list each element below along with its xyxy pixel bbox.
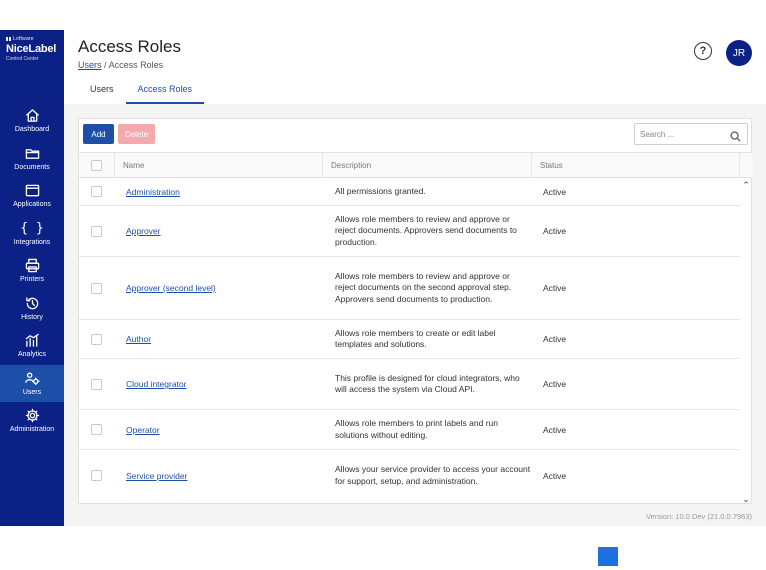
role-description: Allows role members to create or edit la… (335, 327, 496, 350)
sidebar-item-label: Printers (19, 276, 45, 284)
row-checkbox[interactable] (91, 470, 102, 481)
role-status: Active (543, 226, 567, 236)
gear-icon (25, 409, 39, 423)
role-name-link[interactable]: Approver (second level) (126, 283, 216, 293)
breadcrumb-current: Access Roles (108, 60, 164, 70)
role-name-link[interactable]: Cloud integrator (126, 379, 186, 389)
roles-panel: Add Delete Name Description Status Admin… (78, 118, 753, 505)
page-title: Access Roles (78, 37, 181, 56)
role-description: Allows your service provider to access y… (335, 464, 531, 486)
window-icon (25, 184, 39, 197)
sidebar-item-users[interactable]: Users (0, 364, 64, 402)
brand-product: NiceLabel (6, 43, 57, 55)
table-row[interactable]: Cloud integrator This profile is designe… (79, 359, 740, 410)
row-checkbox[interactable] (91, 378, 102, 390)
brand-subtitle: Control Center (6, 56, 39, 62)
sidebar-item-label: Integrations (13, 238, 51, 246)
column-header-name[interactable]: Name (115, 153, 323, 178)
help-icon[interactable]: ? (694, 42, 712, 60)
chart-icon (25, 334, 39, 348)
loftware-logo-icon (6, 37, 11, 41)
role-status: Active (543, 424, 567, 435)
role-status: Active (543, 283, 567, 293)
header-checkbox-cell (79, 153, 115, 178)
table-row[interactable]: Approver (second level) Allows role memb… (79, 257, 740, 320)
role-name-link[interactable]: Approver (126, 226, 161, 236)
breadcrumb-users-link[interactable]: Users (78, 60, 102, 70)
avatar[interactable]: JR (726, 40, 752, 66)
printer-icon (25, 259, 39, 273)
role-name-link[interactable]: Service provider (126, 471, 187, 481)
table-scrollbar[interactable]: ⌃ ⌄ (740, 178, 752, 505)
role-status: Active (543, 334, 567, 344)
users-gear-icon (24, 372, 40, 385)
delete-button: Delete (118, 124, 155, 144)
table-row[interactable]: Approver Allows role members to review a… (79, 206, 740, 257)
column-header-status[interactable]: Status (532, 153, 740, 178)
role-description: Allows role members to review and approv… (335, 270, 512, 304)
toolbar: Add Delete (79, 119, 753, 152)
role-status: Active (543, 470, 567, 481)
sidebar-item-integrations[interactable]: { } Integrations (0, 215, 64, 253)
version-text: Version: 10.0 Dev (21.0.0.7963) (646, 512, 752, 521)
sidebar-item-documents[interactable]: Documents (0, 140, 64, 178)
chevron-down-icon[interactable]: ⌄ (741, 494, 751, 504)
sidebar-item-dashboard[interactable]: Dashboard (0, 102, 64, 140)
folder-icon (25, 148, 39, 159)
role-name-link[interactable]: Administration (126, 187, 180, 197)
tab-access-roles[interactable]: Access Roles (125, 78, 205, 104)
brand-logo: Loftware NiceLabel Control Center (0, 30, 64, 102)
sidebar-item-analytics[interactable]: Analytics (0, 327, 64, 365)
sidebar-item-label: Users (22, 388, 42, 396)
row-checkbox[interactable] (91, 225, 102, 237)
role-name-link[interactable]: Operator (126, 425, 160, 435)
history-icon (25, 296, 38, 310)
search-icon[interactable] (730, 129, 741, 142)
role-description: This profile is designed for cloud integ… (335, 372, 520, 395)
sidebar-item-printers[interactable]: Printers (0, 252, 64, 290)
add-button[interactable]: Add (83, 124, 114, 144)
sidebar-item-label: Analytics (17, 351, 46, 359)
sidebar-item-administration[interactable]: Administration (0, 402, 64, 440)
search-box[interactable] (634, 123, 748, 145)
role-description: Allows role members to review and approv… (335, 213, 517, 247)
select-all-checkbox[interactable] (91, 160, 102, 171)
sidebar-item-label: Administration (9, 426, 55, 434)
breadcrumb: Users / Access Roles (78, 60, 163, 70)
table-row[interactable]: Operator Allows role members to print la… (79, 410, 740, 450)
column-header-description[interactable]: Description (323, 153, 532, 178)
sidebar-item-label: History (21, 313, 43, 321)
sidebar: Loftware NiceLabel Control Center Dashbo… (0, 30, 64, 526)
floating-square (598, 547, 618, 566)
sidebar-item-label: Applications (13, 201, 51, 209)
sidebar-item-label: Documents (14, 163, 50, 171)
search-input[interactable] (640, 127, 726, 141)
brand-company: Loftware (13, 36, 34, 42)
tabs: Users Access Roles (78, 78, 205, 104)
chevron-up-icon[interactable]: ⌃ (741, 180, 751, 190)
breadcrumb-separator: / (104, 60, 107, 70)
role-name-link[interactable]: Author (126, 334, 151, 344)
row-checkbox[interactable] (91, 282, 102, 294)
sidebar-item-history[interactable]: History (0, 290, 64, 328)
role-status: Active (543, 186, 567, 197)
row-checkbox[interactable] (91, 424, 102, 435)
home-icon (25, 109, 39, 123)
role-description: All permissions granted. (335, 185, 426, 196)
row-checkbox[interactable] (91, 333, 102, 345)
table-row[interactable]: Author Allows role members to create or … (79, 320, 740, 359)
row-checkbox[interactable] (91, 186, 102, 197)
table-header: Name Description Status (79, 152, 753, 178)
braces-icon: { } (20, 220, 44, 236)
role-description: Allows role members to print labels and … (335, 418, 498, 440)
table-row[interactable]: Service provider Allows your service pro… (79, 450, 740, 501)
table-row[interactable]: Administration All permissions granted. … (79, 178, 740, 206)
tab-users[interactable]: Users (78, 78, 126, 104)
sidebar-item-label: Dashboard (14, 126, 50, 134)
sidebar-item-applications[interactable]: Applications (0, 177, 64, 215)
role-status: Active (543, 379, 567, 389)
main-area: Access Roles Users / Access Roles ? JR U… (64, 30, 766, 526)
